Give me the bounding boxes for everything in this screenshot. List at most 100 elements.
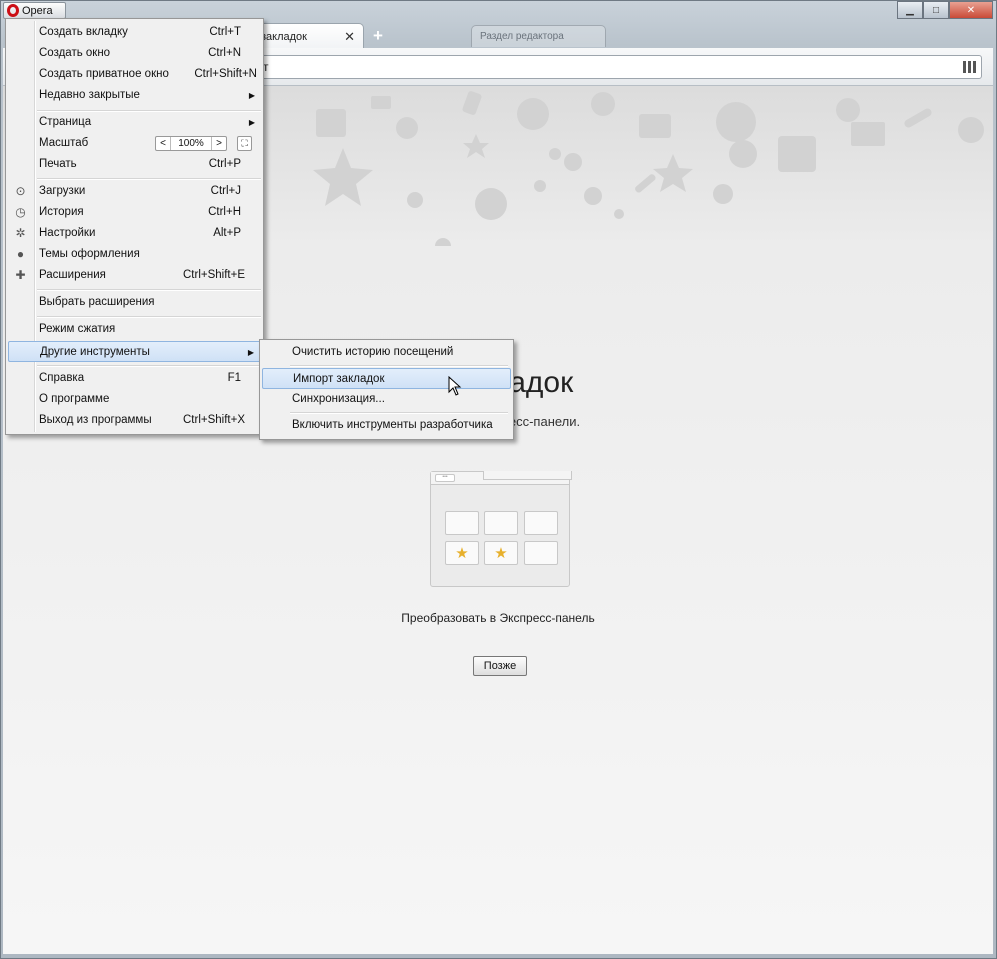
clock-icon bbox=[584, 187, 602, 205]
speech-bubble-icon bbox=[713, 184, 733, 204]
mail-icon bbox=[371, 96, 391, 109]
puzzle-icon: ✚ bbox=[15, 268, 26, 282]
more-tools-submenu: Очистить историю посещений Импорт заклад… bbox=[259, 339, 514, 440]
submenu-arrow-icon: ▶ bbox=[247, 348, 254, 357]
convert-to-speed-dial-label: Преобразовать в Экспресс-панель bbox=[401, 611, 595, 625]
window-dots-icon: ••• bbox=[435, 474, 455, 482]
new-tab-plus-icon[interactable]: + bbox=[370, 27, 386, 44]
download-icon: ⊙ bbox=[15, 184, 26, 198]
dashboard-icon bbox=[716, 102, 756, 142]
search-icon bbox=[836, 98, 860, 122]
menu-separator bbox=[37, 178, 261, 180]
menu-item-label: История bbox=[39, 206, 84, 218]
zoom-out-button[interactable]: < bbox=[156, 137, 171, 150]
speed-dial-grid-icon[interactable] bbox=[963, 61, 977, 73]
menu-item-downloads[interactable]: ⊙ Загрузки Ctrl+J bbox=[8, 181, 261, 202]
tile-empty bbox=[484, 511, 518, 535]
menu-item-page[interactable]: Страница ▶ bbox=[8, 112, 261, 133]
tile-empty bbox=[524, 511, 558, 535]
menu-item-label: Другие инструменты bbox=[40, 346, 150, 358]
submenu-arrow-icon: ▶ bbox=[248, 91, 255, 100]
calendar-icon bbox=[778, 136, 816, 172]
minimize-button[interactable]: ▁ bbox=[897, 1, 923, 19]
cloud-icon bbox=[958, 117, 984, 143]
submenu-arrow-icon: ▶ bbox=[248, 118, 255, 127]
address-bar[interactable]: т bbox=[258, 55, 982, 79]
menu-item-label: Включить инструменты разработчика bbox=[292, 419, 493, 431]
menu-item-label: Очистить историю посещений bbox=[292, 346, 454, 358]
zoom-control: < 100% > bbox=[155, 136, 227, 151]
menu-item-shortcut: Ctrl+Shift+N bbox=[194, 68, 257, 80]
menu-item-get-extensions[interactable]: Выбрать расширения bbox=[8, 292, 261, 313]
close-window-button[interactable]: ✕ bbox=[949, 1, 993, 19]
close-tab-icon[interactable]: ✕ bbox=[344, 29, 355, 45]
dot-icon bbox=[614, 209, 624, 219]
menu-item-shortcut: Ctrl+Shift+E bbox=[183, 269, 245, 281]
menu-item-settings[interactable]: ✲ Настройки Alt+P bbox=[8, 223, 261, 244]
menu-item-about[interactable]: О программе bbox=[8, 389, 261, 410]
star-icon: ★ bbox=[455, 545, 469, 562]
music-note-icon bbox=[534, 180, 546, 192]
menu-item-shortcut: Ctrl+Shift+X bbox=[183, 414, 245, 426]
menu-item-label: О программе bbox=[39, 393, 110, 405]
heart-icon bbox=[475, 188, 507, 220]
calendar-icon bbox=[316, 109, 346, 137]
menu-item-label: Настройки bbox=[39, 227, 96, 239]
submenu-item-clear-history[interactable]: Очистить историю посещений bbox=[262, 342, 511, 363]
menu-item-new-tab[interactable]: Создать вкладку Ctrl+T bbox=[8, 22, 261, 43]
menu-item-shortcut: Ctrl+H bbox=[208, 206, 241, 218]
droplet-icon: ● bbox=[16, 247, 25, 261]
menu-item-extensions[interactable]: ✚ Расширения Ctrl+Shift+E bbox=[8, 265, 261, 286]
tab-active[interactable]: закладок ✕ bbox=[256, 23, 364, 49]
opera-main-menu: Создать вкладку Ctrl+T Создать окно Ctrl… bbox=[5, 18, 264, 435]
menu-item-label: Печать bbox=[39, 158, 77, 170]
window-controls: ▁ □ ✕ bbox=[897, 1, 993, 19]
later-button[interactable]: Позже bbox=[473, 656, 527, 676]
menu-item-label: Масштаб bbox=[39, 137, 89, 149]
menu-item-new-private-window[interactable]: Создать приватное окно Ctrl+Shift+N bbox=[8, 64, 261, 85]
menu-item-help[interactable]: Справка F1 bbox=[8, 368, 261, 389]
menu-item-themes[interactable]: ● Темы оформления bbox=[8, 244, 261, 265]
menu-item-label: Создать вкладку bbox=[39, 26, 128, 38]
menu-item-label: Недавно закрытые bbox=[39, 89, 140, 101]
menu-item-label: Справка bbox=[39, 372, 85, 384]
cloud-icon bbox=[591, 92, 615, 116]
star-icon: ★ bbox=[494, 545, 508, 562]
menu-item-exit[interactable]: Выход из программы Ctrl+Shift+X bbox=[8, 410, 261, 431]
zoom-in-button[interactable]: > bbox=[211, 137, 226, 150]
menu-item-label: Выбрать расширения bbox=[39, 296, 155, 308]
menu-item-recently-closed[interactable]: Недавно закрытые ▶ bbox=[8, 85, 261, 106]
key-icon bbox=[564, 153, 582, 171]
opera-menu-label: Opera bbox=[22, 4, 53, 17]
opera-menu-button[interactable]: Opera bbox=[3, 2, 66, 19]
zoom-value: 100% bbox=[178, 138, 204, 149]
menu-item-print[interactable]: Печать Ctrl+P bbox=[8, 154, 261, 175]
tab-inactive[interactable]: Раздел редактора bbox=[471, 25, 606, 47]
fullscreen-icon[interactable]: ⛶ bbox=[237, 136, 252, 151]
menu-item-new-window[interactable]: Создать окно Ctrl+N bbox=[8, 43, 261, 64]
menu-separator bbox=[37, 289, 261, 291]
submenu-item-sync[interactable]: Синхронизация... bbox=[262, 389, 511, 410]
menu-separator bbox=[290, 412, 508, 414]
menu-item-history[interactable]: ◷ История Ctrl+H bbox=[8, 202, 261, 223]
tile-empty bbox=[524, 541, 558, 565]
illustration-tab bbox=[483, 471, 572, 480]
menu-item-label: Импорт закладок bbox=[293, 373, 385, 385]
tile-star: ★ bbox=[484, 541, 518, 565]
menu-item-turbo-mode[interactable]: Режим сжатия bbox=[8, 319, 261, 340]
menu-separator bbox=[37, 316, 261, 318]
menu-item-label: Темы оформления bbox=[39, 248, 140, 260]
dot-icon bbox=[549, 148, 561, 160]
tile-star: ★ bbox=[445, 541, 479, 565]
submenu-item-developer-tools[interactable]: Включить инструменты разработчика bbox=[262, 415, 511, 436]
maximize-button[interactable]: □ bbox=[923, 1, 949, 19]
menu-item-shortcut: Ctrl+T bbox=[209, 26, 241, 38]
menu-item-label: Страница bbox=[39, 116, 92, 128]
tile-empty bbox=[445, 511, 479, 535]
menu-item-shortcut: Alt+P bbox=[213, 227, 241, 239]
menu-item-label: Создать окно bbox=[39, 47, 111, 59]
submenu-item-import-bookmarks[interactable]: Импорт закладок bbox=[262, 368, 511, 389]
menu-item-more-tools[interactable]: Другие инструменты ▶ bbox=[8, 341, 261, 362]
wrench-icon bbox=[904, 108, 932, 128]
menu-item-label: Расширения bbox=[39, 269, 106, 281]
